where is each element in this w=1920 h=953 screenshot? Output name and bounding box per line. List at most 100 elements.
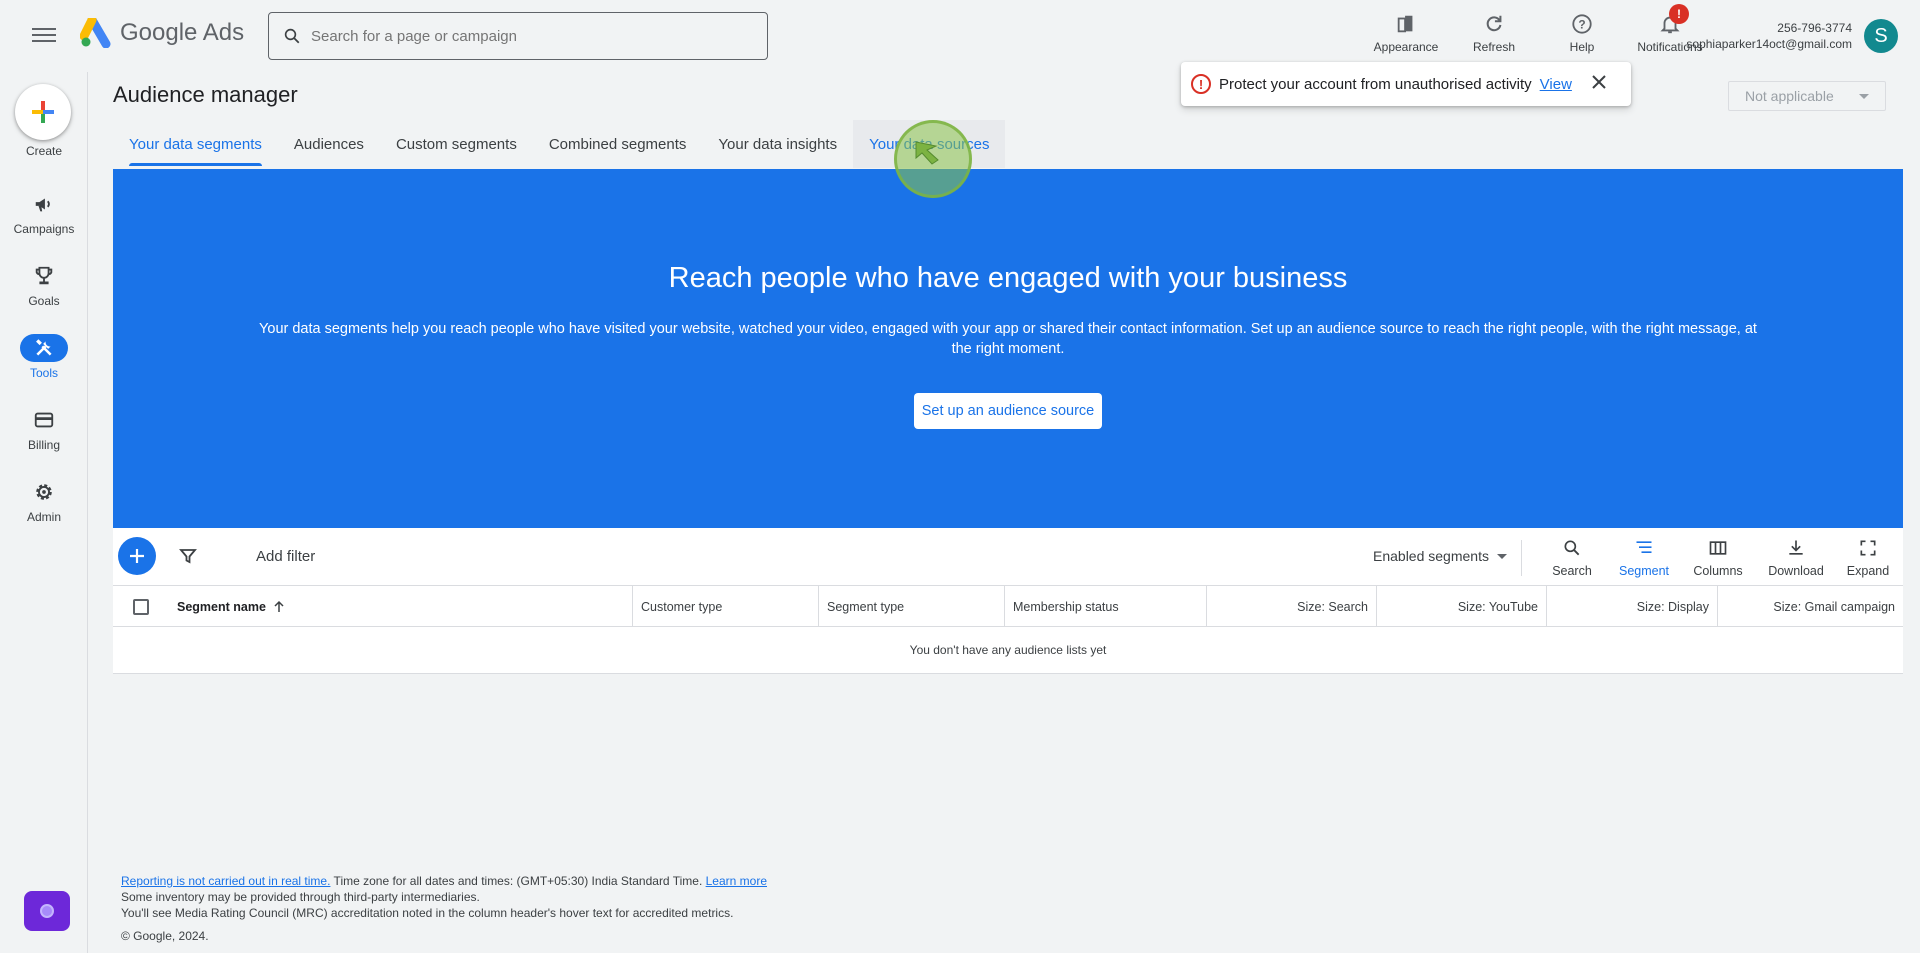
toolbar-search-button[interactable]: Search: [1536, 536, 1608, 578]
search-input[interactable]: [311, 27, 731, 45]
chevron-down-icon: [1859, 94, 1869, 99]
nav-campaigns[interactable]: Campaigns: [0, 190, 88, 236]
svg-text:?: ?: [1578, 18, 1585, 32]
toolbar-segment-button[interactable]: Segment: [1608, 536, 1680, 578]
nav-tools-label: Tools: [29, 366, 58, 380]
appearance-label: Appearance: [1373, 40, 1439, 54]
expand-icon: [1858, 536, 1878, 560]
empty-message: You don't have any audience lists yet: [909, 643, 1107, 657]
logo-text: Google Ads: [120, 19, 245, 46]
toolbar-divider: [1521, 540, 1522, 576]
assistant-icon: [40, 904, 54, 918]
column-size-display[interactable]: Size: Display: [1547, 586, 1718, 627]
help-icon: ?: [1571, 10, 1593, 38]
google-ads-logo[interactable]: Google Ads: [80, 18, 244, 48]
alert-icon: !: [1191, 74, 1211, 94]
create-button[interactable]: [15, 84, 71, 140]
hero-banner: Reach people who have engaged with your …: [113, 169, 1903, 528]
learn-more-link[interactable]: Learn more: [706, 874, 767, 888]
hero-heading: Reach people who have engaged with your …: [668, 262, 1348, 294]
left-nav: Create Campaigns Goals Tools Billing Adm…: [0, 72, 88, 953]
nav-admin-label: Admin: [26, 510, 61, 524]
nav-tools[interactable]: Tools: [0, 334, 88, 380]
appearance-icon: [1395, 10, 1417, 38]
account-email: sophiaparker14oct@gmail.com: [1686, 37, 1852, 51]
search-box[interactable]: [268, 12, 768, 60]
timezone-text: Time zone for all dates and times: (GMT+…: [330, 874, 706, 888]
tab-your-data-segments[interactable]: Your data segments: [113, 120, 278, 168]
select-all-cell: [113, 586, 169, 627]
tab-audiences[interactable]: Audiences: [278, 120, 380, 168]
security-toast: ! Protect your account from unauthorised…: [1181, 62, 1631, 106]
nav-admin[interactable]: Admin: [0, 478, 88, 524]
toolbar-columns-label: Columns: [1693, 564, 1743, 578]
account-id: 256-796-3774: [1777, 21, 1852, 35]
column-size-gmail-campaign[interactable]: Size: Gmail campaign: [1718, 586, 1903, 627]
column-membership-status[interactable]: Membership status: [1005, 586, 1207, 627]
table-header: Segment name Customer type Segment type …: [113, 586, 1903, 627]
footer-line-2: Some inventory may be provided through t…: [121, 890, 480, 904]
footer-line-3: You'll see Media Rating Council (MRC) ac…: [121, 906, 734, 920]
copyright: © Google, 2024.: [121, 929, 209, 943]
column-size-youtube[interactable]: Size: YouTube: [1377, 586, 1547, 627]
scope-select[interactable]: Not applicable: [1728, 81, 1886, 111]
megaphone-icon: [20, 190, 68, 218]
top-actions: Appearance Refresh ? Help ! Notification…: [1362, 4, 1714, 54]
help-button[interactable]: ? Help: [1538, 10, 1626, 54]
column-segment-name[interactable]: Segment name: [169, 586, 633, 627]
add-segment-button[interactable]: [118, 537, 156, 575]
tab-custom-segments[interactable]: Custom segments: [380, 120, 533, 168]
help-label: Help: [1569, 40, 1595, 54]
scope-select-value: Not applicable: [1745, 88, 1834, 104]
avatar[interactable]: S: [1864, 19, 1898, 53]
refresh-label: Refresh: [1472, 40, 1516, 54]
google-ads-logo-icon: [80, 18, 111, 48]
tab-combined-segments[interactable]: Combined segments: [533, 120, 703, 168]
tab-your-data-insights[interactable]: Your data insights: [702, 120, 853, 168]
setup-audience-source-button[interactable]: Set up an audience source: [913, 393, 1103, 429]
toolbar-segment-label: Segment: [1618, 564, 1670, 578]
segment-icon: [1634, 536, 1654, 560]
nav-campaigns-label: Campaigns: [13, 222, 75, 236]
appearance-button[interactable]: Appearance: [1362, 10, 1450, 54]
assistant-button[interactable]: [24, 891, 70, 931]
chevron-down-icon: [1496, 553, 1507, 559]
toolbar-expand-label: Expand: [1846, 564, 1890, 578]
refresh-icon: [1483, 10, 1505, 38]
column-size-search[interactable]: Size: Search: [1207, 586, 1377, 627]
nav-billing-label: Billing: [27, 438, 60, 452]
column-customer-type[interactable]: Customer type: [633, 586, 819, 627]
toolbar-columns-button[interactable]: Columns: [1682, 536, 1754, 578]
account-info[interactable]: 256-796-3774 sophiaparker14oct@gmail.com: [1676, 20, 1852, 52]
nav-billing[interactable]: Billing: [0, 406, 88, 452]
table-toolbar: Add filter Enabled segments Search Segme…: [113, 528, 1903, 586]
toast-view-link[interactable]: View: [1540, 76, 1572, 93]
reporting-link[interactable]: Reporting is not carried out in real tim…: [121, 874, 330, 888]
nav-goals[interactable]: Goals: [0, 262, 88, 308]
select-all-checkbox[interactable]: [133, 598, 149, 615]
tab-your-data-sources[interactable]: Your data sources: [853, 120, 1006, 168]
tab-bar: Your data segments Audiences Custom segm…: [113, 120, 1006, 168]
toolbar-download-label: Download: [1768, 564, 1824, 578]
menu-icon[interactable]: [30, 24, 58, 48]
footer-line-1: Reporting is not carried out in real tim…: [121, 873, 767, 889]
columns-icon: [1708, 536, 1728, 560]
column-segment-type[interactable]: Segment type: [819, 586, 1005, 627]
create-label: Create: [25, 144, 63, 158]
table-empty-state: You don't have any audience lists yet: [113, 627, 1903, 674]
toolbar-expand-button[interactable]: Expand: [1832, 536, 1904, 578]
toolbar-download-button[interactable]: Download: [1760, 536, 1832, 578]
top-bar: Google Ads Appearance Refresh ? Help: [0, 0, 1920, 72]
gear-icon: [20, 478, 68, 506]
refresh-button[interactable]: Refresh: [1450, 10, 1538, 54]
segment-status-dropdown[interactable]: Enabled segments: [1373, 548, 1507, 564]
footer: Reporting is not carried out in real tim…: [121, 873, 767, 921]
trophy-icon: [20, 262, 68, 290]
page-title: Audience manager: [113, 82, 298, 107]
filter-icon[interactable]: [179, 547, 197, 570]
download-icon: [1786, 536, 1806, 560]
add-filter[interactable]: Add filter: [256, 548, 315, 565]
segment-status-value: Enabled segments: [1373, 548, 1489, 564]
close-icon[interactable]: [1592, 75, 1606, 93]
plus-icon: [32, 101, 54, 123]
